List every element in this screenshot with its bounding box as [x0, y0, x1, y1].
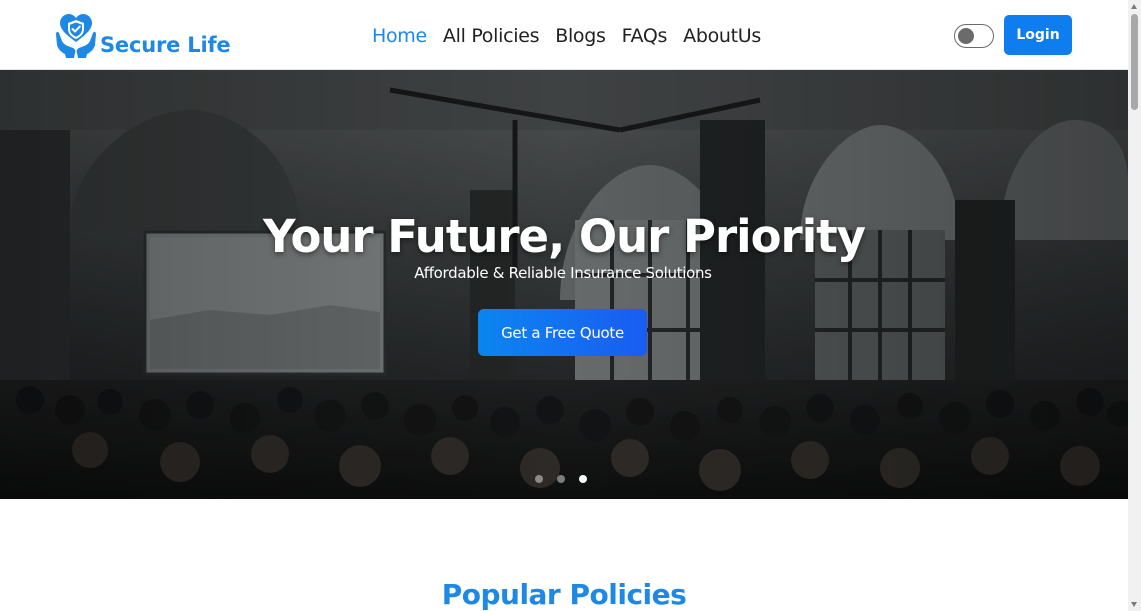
scroll-down-icon[interactable] — [1131, 602, 1137, 607]
carousel-dot-1[interactable] — [535, 475, 543, 483]
nav-link-about-us[interactable]: AboutUs — [675, 20, 769, 52]
hero-subtitle: Affordable & Reliable Insurance Solution… — [414, 264, 712, 282]
get-free-quote-button[interactable]: Get a Free Quote — [478, 309, 647, 356]
carousel-dot-3[interactable] — [579, 475, 587, 483]
carousel-indicators — [535, 475, 587, 483]
main-nav: Home All Policies Blogs FAQs AboutUs — [364, 20, 769, 52]
brand-name: Secure Life — [100, 33, 231, 57]
hero-carousel: Your Future, Our Priority Affordable & R… — [0, 70, 1128, 499]
navbar: Secure Life Home All Policies Blogs FAQs… — [0, 0, 1128, 70]
hero-title: Your Future, Our Priority — [263, 210, 866, 263]
theme-toggle[interactable] — [954, 24, 994, 48]
scroll-thumb[interactable] — [1131, 14, 1138, 110]
scroll-up-icon[interactable] — [1131, 4, 1137, 9]
brand-logo[interactable]: Secure Life — [54, 8, 231, 60]
login-button[interactable]: Login — [1004, 15, 1072, 55]
carousel-dot-2[interactable] — [557, 475, 565, 483]
nav-link-blogs[interactable]: Blogs — [547, 20, 613, 52]
nav-link-all-policies[interactable]: All Policies — [435, 20, 547, 52]
popular-policies-heading: Popular Policies — [441, 578, 687, 611]
nav-link-faqs[interactable]: FAQs — [614, 20, 676, 52]
toggle-knob — [958, 28, 974, 44]
hero-background-image — [0, 70, 1128, 499]
nav-link-home[interactable]: Home — [364, 20, 435, 52]
page-scrollbar[interactable] — [1128, 0, 1141, 611]
hands-heart-shield-icon — [56, 14, 96, 58]
